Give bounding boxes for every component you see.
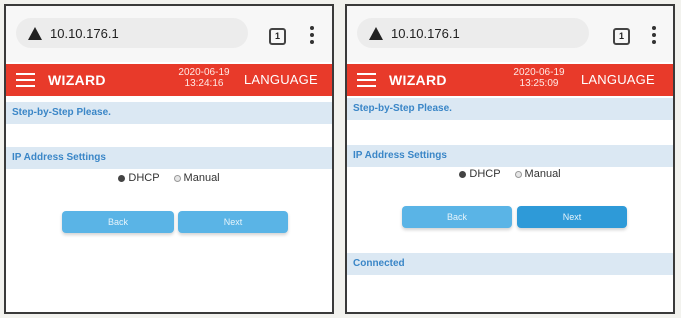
back-button[interactable]: Back: [402, 206, 512, 228]
tabs-icon[interactable]: 1: [269, 28, 286, 45]
datetime: 2020-06-19 13:24:16: [164, 67, 244, 89]
more-menu-icon[interactable]: [652, 26, 656, 44]
ip-mode-radio-group: DHCP Manual: [6, 170, 332, 186]
browser-url-bar: 10.10.176.1 1: [6, 6, 332, 62]
dhcp-radio[interactable]: [459, 170, 467, 178]
date-text: 2020-06-19: [178, 67, 230, 78]
back-button[interactable]: Back: [62, 211, 174, 233]
phone-screen-right: 10.10.176.1 1 WIZARD 2020-06-19 13:25:09…: [345, 4, 675, 314]
tabs-icon[interactable]: 1: [613, 28, 630, 45]
manual-label: Manual: [524, 168, 561, 180]
app-title: WIZARD: [389, 72, 447, 88]
url-text: 10.10.176.1: [391, 25, 460, 41]
app-header: WIZARD 2020-06-19 13:24:16 LANGUAGE: [6, 64, 332, 96]
hamburger-menu-icon[interactable]: [357, 73, 376, 87]
connection-status: Connected: [347, 253, 673, 275]
time-text: 13:24:16: [184, 78, 224, 89]
date-text: 2020-06-19: [513, 67, 565, 78]
language-button[interactable]: LANGUAGE: [581, 72, 655, 87]
address-field[interactable]: 10.10.176.1: [16, 18, 248, 48]
language-button[interactable]: LANGUAGE: [244, 72, 318, 87]
manual-radio[interactable]: [173, 174, 181, 182]
next-button[interactable]: Next: [178, 211, 288, 233]
dhcp-label: DHCP: [469, 168, 501, 180]
address-field[interactable]: 10.10.176.1: [357, 18, 589, 48]
app-title: WIZARD: [48, 72, 106, 88]
browser-url-bar: 10.10.176.1 1: [347, 6, 673, 62]
ip-mode-radio-group: DHCP Manual: [347, 166, 673, 182]
warning-icon: [369, 26, 383, 40]
warning-icon: [28, 26, 42, 40]
app-header: WIZARD 2020-06-19 13:25:09 LANGUAGE: [347, 64, 673, 96]
dhcp-label: DHCP: [128, 172, 160, 184]
step-heading: Step-by-Step Please.: [347, 98, 673, 120]
manual-radio[interactable]: [514, 170, 522, 178]
ip-settings-heading: IP Address Settings: [6, 147, 332, 169]
url-text: 10.10.176.1: [50, 25, 119, 41]
datetime: 2020-06-19 13:25:09: [499, 67, 579, 89]
hamburger-menu-icon[interactable]: [16, 73, 35, 87]
more-menu-icon[interactable]: [310, 26, 314, 44]
next-button[interactable]: Next: [517, 206, 627, 228]
dhcp-radio[interactable]: [118, 174, 126, 182]
manual-label: Manual: [183, 172, 220, 184]
step-heading: Step-by-Step Please.: [6, 102, 332, 124]
ip-settings-heading: IP Address Settings: [347, 145, 673, 167]
time-text: 13:25:09: [519, 78, 559, 89]
phone-screen-left: 10.10.176.1 1 WIZARD 2020-06-19 13:24:16…: [4, 4, 334, 314]
